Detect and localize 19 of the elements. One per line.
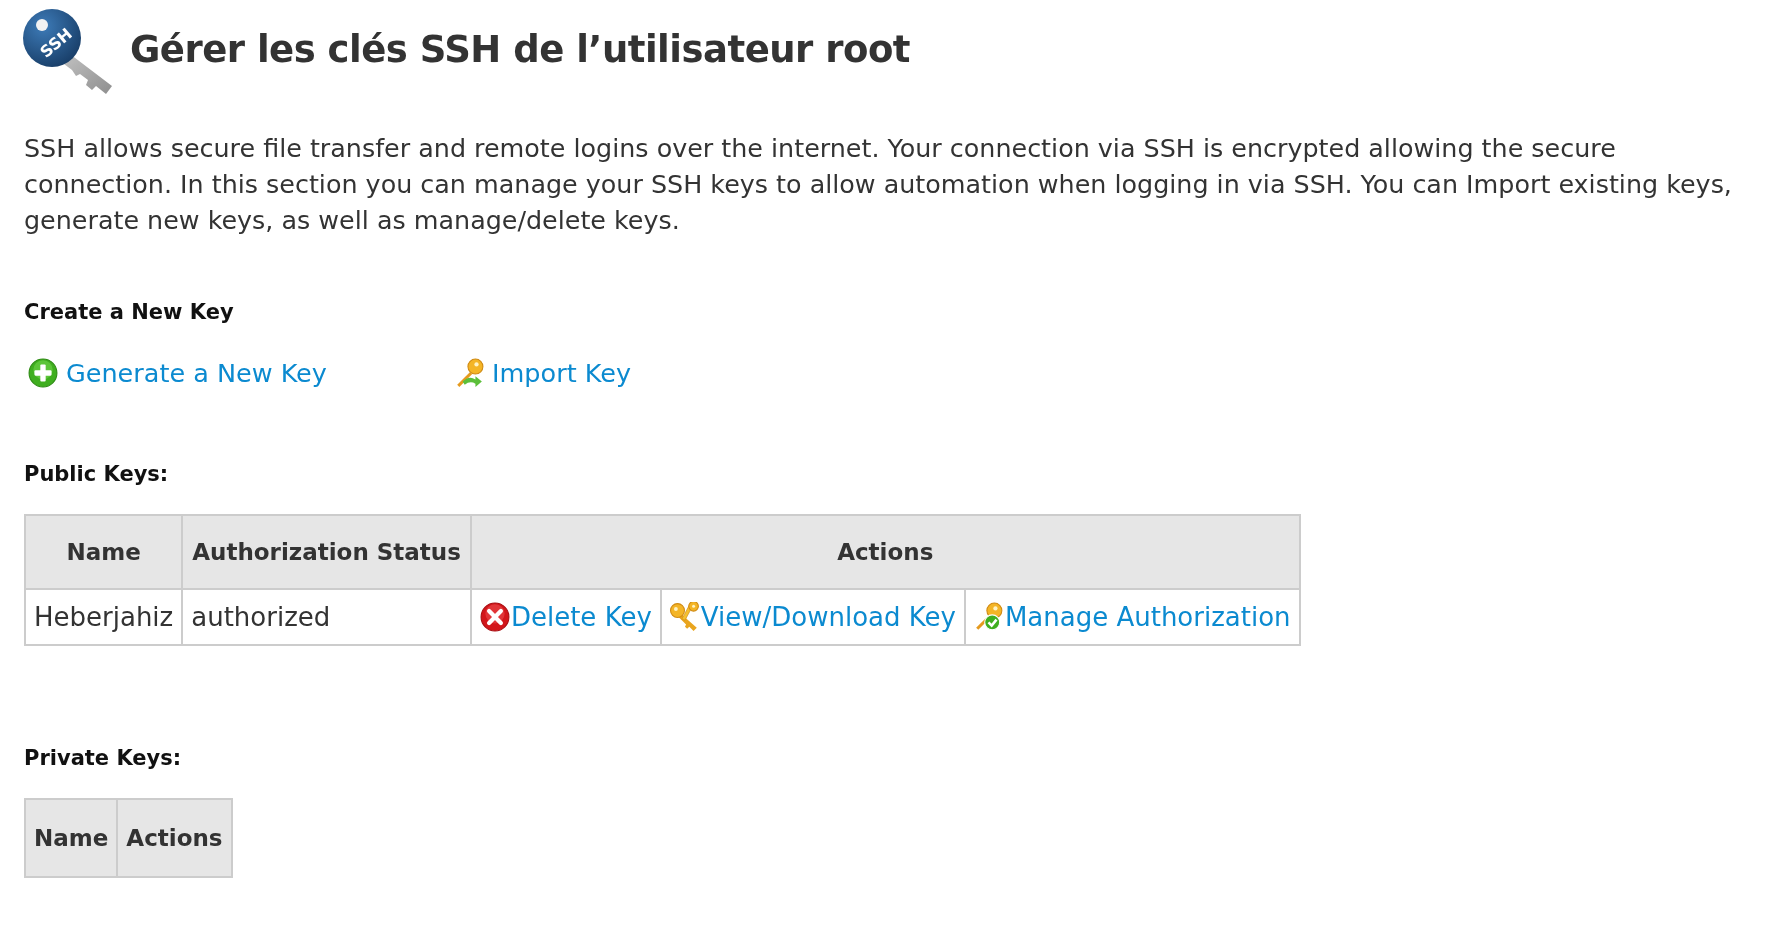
column-header: Actions	[470, 515, 1300, 589]
section-heading: Public Keys:	[24, 462, 170, 486]
table-cell: Heberjahiz	[25, 589, 183, 645]
column-header: Name	[25, 799, 118, 877]
section-heading: Create a New Key	[24, 300, 235, 324]
plus-icon	[28, 358, 58, 388]
link[interactable]: Generate a New Key	[66, 358, 327, 388]
key-check-icon	[973, 602, 1004, 632]
intro-text: SSH allows secure file transfer and remote logins over the internet. Your connection via SSH is encrypted allowing the secure connection. In this section you can manage your SSH keys to allow automation when logging in via SSH. You can Import existing keys, generate new keys, as well as manage/delete keys.	[24, 132, 1733, 237]
key-arrow-icon	[454, 358, 484, 388]
column-header: Authorization Status	[182, 515, 471, 589]
page-title: Gérer les clés SSH de l’utilisateur root	[130, 27, 910, 71]
link[interactable]: Import Key	[492, 358, 631, 388]
section-heading: Private Keys:	[24, 746, 183, 770]
column-header: Actions	[117, 799, 232, 877]
table-cell: authorized	[182, 589, 471, 645]
delete-icon	[479, 602, 510, 632]
keys-icon	[669, 602, 700, 632]
column-header: Name	[25, 515, 183, 589]
